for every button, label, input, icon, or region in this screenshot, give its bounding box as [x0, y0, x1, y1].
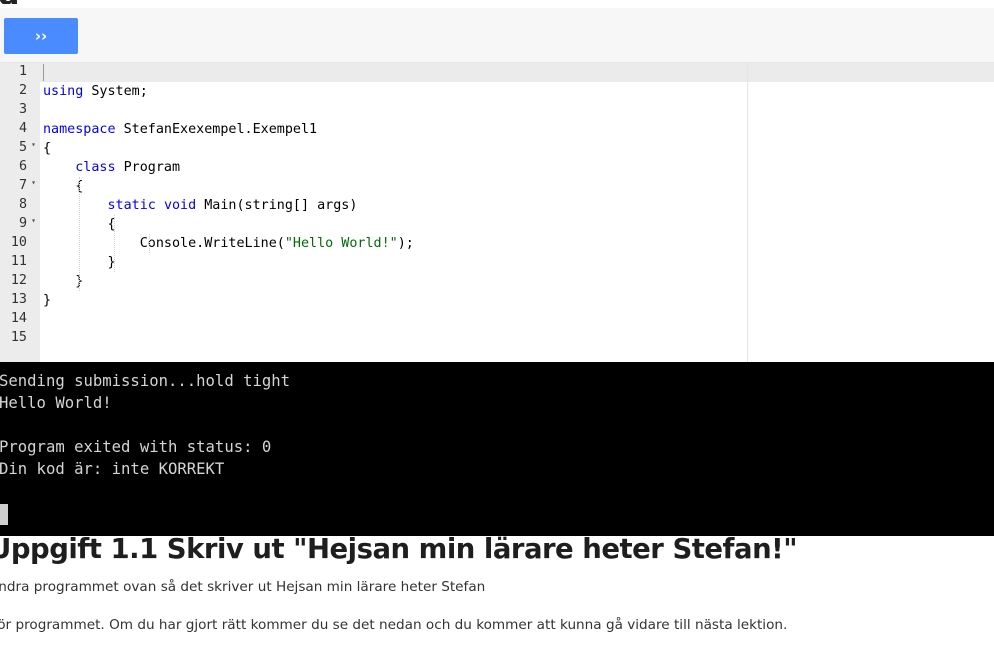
line-number-label: 15: [10, 330, 27, 345]
keyword-token: class: [75, 160, 116, 175]
keyword-token: using: [43, 84, 84, 99]
line-number-gutter: 1 2 3 4 5 ▾ 6 7 ▾ 8 9 ▾ 10 11 12 13 14 15: [0, 63, 40, 362]
code-token: System;: [83, 84, 148, 99]
console-output-line: Program exited with status: 0: [0, 438, 272, 456]
code-token: {: [43, 179, 84, 194]
console-cursor: [0, 504, 8, 525]
task-heading: Uppgift 1.1 Skriv ut "Hejsan min lärare …: [0, 533, 798, 565]
line-number: 3: [0, 101, 40, 120]
indent-guide: [114, 215, 115, 272]
line-number: 15: [0, 329, 40, 348]
line-number: 9 ▾: [0, 215, 40, 234]
line-number-label: 11: [10, 254, 27, 269]
line-number-label: 6: [18, 159, 27, 174]
code-line: }: [43, 272, 83, 291]
line-number-label: 13: [10, 292, 27, 307]
string-token: "Hello World!": [284, 236, 398, 251]
code-token: }: [43, 274, 84, 289]
code-editor[interactable]: 1 2 3 4 5 ▾ 6 7 ▾ 8 9 ▾ 10 11 12 13 14 15 using System; na…: [0, 63, 994, 362]
line-number: 7 ▾: [0, 177, 40, 196]
active-line-highlight: [40, 63, 994, 82]
clipped-page-title: g: [0, 0, 994, 4]
line-number-label: 2: [18, 83, 27, 98]
fold-toggle-icon[interactable]: ▾: [31, 140, 36, 149]
code-line: {: [43, 139, 51, 158]
line-number: 2: [0, 82, 40, 101]
keyword-token: namespace: [43, 122, 116, 137]
line-number-label: 1: [18, 64, 27, 79]
line-number: 4: [0, 120, 40, 139]
code-line: using System;: [43, 82, 148, 101]
task-instruction: Ändra programmet ovan så det skriver ut …: [0, 579, 486, 595]
line-number: 13: [0, 291, 40, 310]
code-line: class Program: [43, 158, 180, 177]
line-number-label: 4: [18, 121, 27, 136]
print-margin: [747, 63, 748, 362]
line-number: 5 ▾: [0, 139, 40, 158]
code-line: Console.WriteLine("Hello World!");: [43, 234, 414, 253]
indent-guide: [79, 177, 80, 291]
text-cursor: [43, 64, 44, 81]
indent-guide: [149, 234, 150, 253]
fold-toggle-icon[interactable]: ▾: [31, 216, 36, 225]
console-output-line: Sending submission...hold tight: [0, 372, 291, 390]
line-number: 6: [0, 158, 40, 177]
code-token: }: [43, 293, 52, 308]
line-number: 10: [0, 234, 40, 253]
line-number-label: 5: [18, 140, 27, 155]
line-number-label: 3: [18, 102, 27, 117]
code-token: Main(string[] args): [196, 198, 358, 213]
line-number-label: 14: [10, 311, 27, 326]
line-number-label: 10: [10, 235, 27, 250]
task-run-instruction: Kör programmet. Om du har gjort rätt kom…: [0, 617, 788, 633]
console-output-line: Din kod är: inte KORREKT: [0, 460, 225, 478]
run-code-button[interactable]: ››: [4, 18, 78, 54]
line-number-label: 9: [18, 216, 27, 231]
code-line: }: [43, 291, 51, 310]
line-number: 12: [0, 272, 40, 291]
code-token: StefanExexempel.Exempel1: [115, 122, 318, 137]
line-number: 1: [0, 63, 40, 82]
line-number: 14: [0, 310, 40, 329]
line-number-label: 8: [18, 197, 27, 212]
code-token: Program: [115, 160, 181, 175]
code-token: {: [43, 141, 52, 156]
line-number: 11: [0, 253, 40, 272]
editor-toolbar: ››: [0, 8, 994, 63]
keyword-token: void: [163, 198, 197, 213]
code-line: namespace StefanExexempel.Exempel1: [43, 120, 317, 139]
fold-toggle-icon[interactable]: ▾: [31, 178, 36, 187]
output-console: Sending submission...hold tight Hello Wor…: [0, 362, 994, 536]
line-number-label: 12: [10, 273, 27, 288]
line-number-label: 7: [18, 178, 27, 193]
code-line: {: [43, 177, 83, 196]
line-number: 8: [0, 196, 40, 215]
console-output-line: Hello World!: [0, 394, 112, 412]
code-line: static void Main(string[] args): [43, 196, 358, 215]
code-token: );: [397, 236, 414, 251]
keyword-token: static: [107, 198, 156, 213]
chevrons-right-icon: ››: [34, 27, 48, 45]
